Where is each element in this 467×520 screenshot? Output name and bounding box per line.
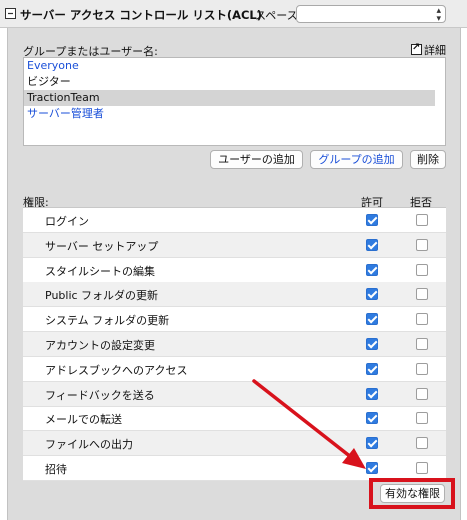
annotation-arrow [252, 379, 366, 469]
